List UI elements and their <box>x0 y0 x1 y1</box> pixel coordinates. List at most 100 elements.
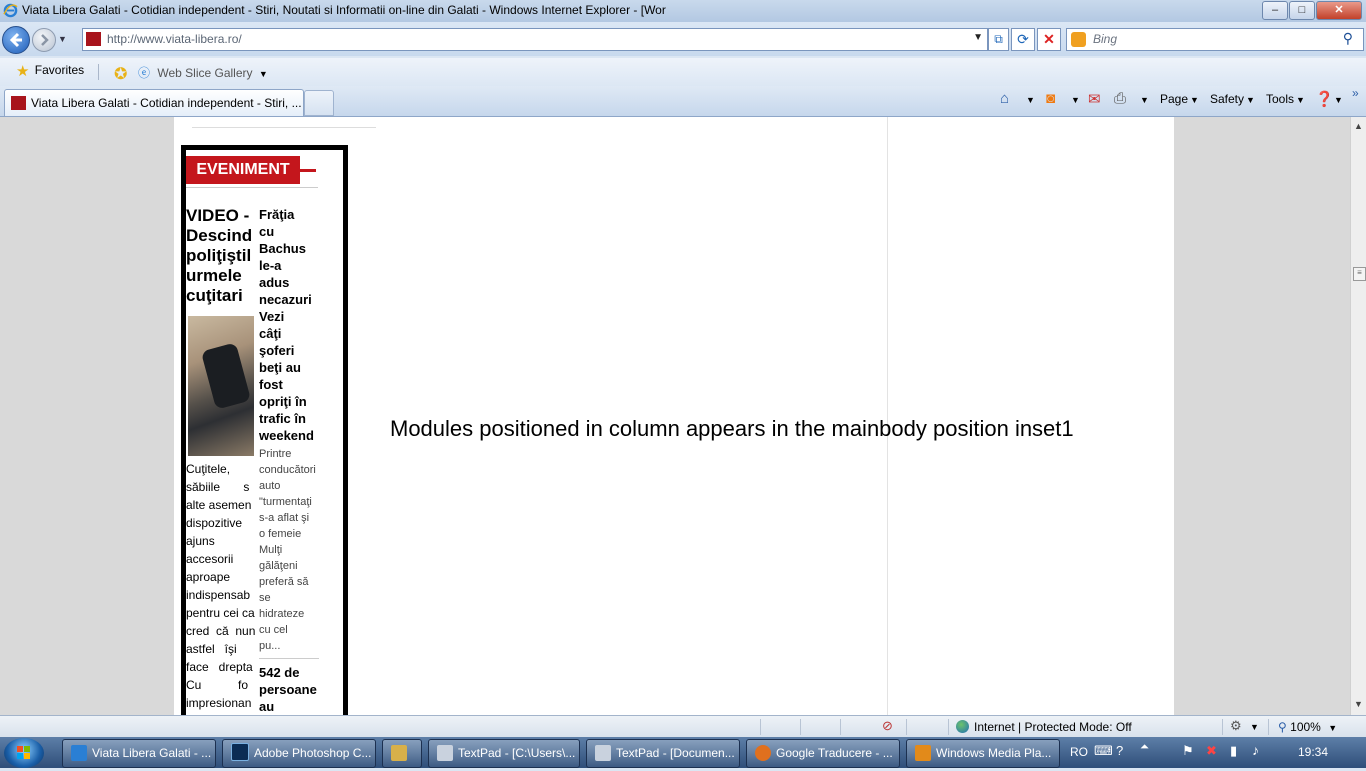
article-title-link[interactable]: Frăţia cu Bachus le-a adus necazuri Vezi… <box>259 206 319 444</box>
status-divider <box>800 719 801 735</box>
chevron-more-icon[interactable]: » <box>1352 86 1359 100</box>
security-zone[interactable]: Internet | Protected Mode: Off <box>956 720 1132 734</box>
feeds-dropdown-icon[interactable]: ▼ <box>1071 95 1080 105</box>
scroll-down-icon[interactable]: ▼ <box>1354 699 1363 709</box>
module-eveniment: EVENIMENT VIDEO - Descind poliţiştil urm… <box>181 145 348 720</box>
windows-logo-icon <box>17 746 30 759</box>
print-icon[interactable]: ⎙ <box>1114 90 1126 107</box>
article-title-link[interactable]: VIDEO - Descind poliţiştil urmele cuţita… <box>186 206 256 306</box>
inset-module-message: Modules positioned in column appears in … <box>390 416 1074 441</box>
chevron-down-icon[interactable]: ▼ <box>1250 722 1259 732</box>
show-hidden-icons-icon[interactable]: ⏶ <box>1140 741 1149 754</box>
taskbar-item-firefox[interactable]: Google Traducere - ... <box>746 739 900 768</box>
minimize-button[interactable]: – <box>1262 1 1288 20</box>
tab-bar: Viata Libera Galati - Cotidian independe… <box>0 86 1366 117</box>
help-dropdown-icon[interactable]: ▼ <box>1334 95 1343 105</box>
heading-accent <box>300 169 316 172</box>
keyboard-icon[interactable]: ⌨ <box>1094 743 1113 759</box>
window-title: Viata Libera Galati - Cotidian independe… <box>22 3 666 17</box>
recent-pages-dropdown-icon[interactable]: ▼ <box>58 34 67 44</box>
status-divider <box>1222 719 1223 735</box>
safety-menu[interactable]: Safety ▼ <box>1210 92 1255 106</box>
taskbar-item-label: TextPad - [C:\Users\... <box>458 746 576 760</box>
section-heading[interactable]: EVENIMENT <box>186 156 300 184</box>
divider <box>192 127 376 128</box>
status-bar: ⊘ Internet | Protected Mode: Off ⚙ ▼ ⚲ 1… <box>0 715 1366 738</box>
taskbar: Viata Libera Galati - ... Adobe Photosho… <box>0 737 1366 768</box>
zoom-level[interactable]: ⚲ 100% ▼ <box>1278 720 1337 734</box>
privacy-report-icon[interactable]: ⊘ <box>882 718 893 734</box>
compatibility-view-icon[interactable]: ⧉ <box>988 28 1009 51</box>
protected-mode-icon[interactable]: ⚙ <box>1230 718 1242 734</box>
address-dropdown-icon[interactable]: ▼ <box>973 32 983 43</box>
chevron-down-icon: ▼ <box>1296 95 1305 105</box>
taskbar-item-explorer[interactable] <box>382 739 422 768</box>
taskbar-item-photoshop[interactable]: Adobe Photoshop C... <box>222 739 376 768</box>
favorites-button[interactable]: ★ Favorites <box>10 62 90 82</box>
start-button[interactable] <box>4 738 44 768</box>
add-to-favorites-bar-icon[interactable]: ✪ <box>114 64 127 84</box>
article-column-2: Frăţia cu Bachus le-a adus necazuri Vezi… <box>259 206 319 720</box>
chevron-down-icon: ▼ <box>1328 723 1338 733</box>
new-tab-button[interactable] <box>304 90 334 116</box>
textpad-icon <box>595 745 611 761</box>
photoshop-icon <box>231 743 249 761</box>
scrollbar-thumb[interactable]: ≡ <box>1353 267 1366 281</box>
taskbar-item-textpad-1[interactable]: TextPad - [C:\Users\... <box>428 739 580 768</box>
taskbar-item-textpad-2[interactable]: TextPad - [Documen... <box>586 739 740 768</box>
print-dropdown-icon[interactable]: ▼ <box>1140 95 1149 105</box>
signal-icon[interactable]: ▮ <box>1230 743 1237 759</box>
help-icon[interactable]: ❓ <box>1315 90 1334 108</box>
taskbar-item-windows-media-player[interactable]: Windows Media Pla... <box>906 739 1060 768</box>
maximize-button[interactable]: □ <box>1289 1 1315 20</box>
web-slice-gallery-button[interactable]: ⓔ Web Slice Gallery ▼ <box>138 64 268 81</box>
toolbar-divider <box>98 64 99 80</box>
article-summary: Cuţitele, săbiile s alte asemen dispozit… <box>186 462 256 710</box>
vertical-scrollbar[interactable]: ▲ ≡ ▼ <box>1350 117 1366 715</box>
read-mail-icon[interactable]: ✉ <box>1088 90 1101 108</box>
tools-menu-label: Tools <box>1266 92 1295 106</box>
taskbar-item-label: Viata Libera Galati - ... <box>92 746 212 760</box>
page-menu[interactable]: Page ▼ <box>1160 92 1199 106</box>
forward-arrow-icon <box>41 34 49 46</box>
article-column-1: VIDEO - Descind poliţiştil urmele cuţita… <box>186 206 256 720</box>
scroll-up-icon[interactable]: ▲ <box>1354 121 1363 131</box>
action-center-icon[interactable]: ⚑ <box>1182 743 1194 759</box>
chevron-down-icon: ▼ <box>1190 95 1199 105</box>
globe-icon <box>956 720 969 733</box>
safety-menu-label: Safety <box>1210 92 1245 106</box>
home-icon[interactable]: ⌂ <box>1000 90 1009 107</box>
clock[interactable]: 19:34 <box>1298 745 1328 759</box>
internet-explorer-icon <box>3 3 18 18</box>
section-header: EVENIMENT <box>186 156 318 184</box>
status-divider <box>760 719 761 735</box>
tools-menu[interactable]: Tools ▼ <box>1266 92 1305 106</box>
feeds-icon[interactable]: ◙ <box>1046 90 1055 107</box>
search-icon[interactable]: ⚲ <box>1343 30 1353 47</box>
back-button[interactable] <box>2 26 30 54</box>
taskbar-item-label: Windows Media Pla... <box>936 746 1052 760</box>
refresh-icon[interactable]: ⟳ <box>1011 28 1035 51</box>
volume-icon[interactable]: ♪ <box>1252 742 1259 758</box>
close-button[interactable]: ✕ <box>1316 1 1362 20</box>
home-dropdown-icon[interactable]: ▼ <box>1026 95 1035 105</box>
network-icon[interactable]: ✖ <box>1206 743 1217 759</box>
help-icon[interactable]: ? <box>1116 743 1123 758</box>
tab-viata-libera[interactable]: Viata Libera Galati - Cotidian independe… <box>4 89 304 116</box>
language-indicator[interactable]: RO <box>1070 745 1088 759</box>
address-url: http://www.viata-libera.ro/ <box>107 32 242 46</box>
forward-button[interactable] <box>32 28 56 52</box>
favorites-bar: ★ Favorites ✪ ⓔ Web Slice Gallery ▼ <box>0 58 1366 86</box>
back-arrow-icon <box>9 32 22 48</box>
stop-icon[interactable]: ✕ <box>1037 28 1061 51</box>
article-title-link[interactable]: 542 de persoane au <box>259 664 319 715</box>
status-divider <box>1268 719 1269 735</box>
article-image[interactable] <box>188 316 254 456</box>
web-slice-icon: ⓔ <box>138 66 151 80</box>
chevron-down-icon: ▼ <box>1246 95 1255 105</box>
zoom-value: 100% <box>1290 720 1321 734</box>
taskbar-item-internet-explorer[interactable]: Viata Libera Galati - ... <box>62 739 216 768</box>
search-box[interactable]: Bing ⚲ <box>1066 28 1364 51</box>
favorites-label: Favorites <box>34 63 85 77</box>
address-bar[interactable]: http://www.viata-libera.ro/ ▼ <box>82 28 988 51</box>
